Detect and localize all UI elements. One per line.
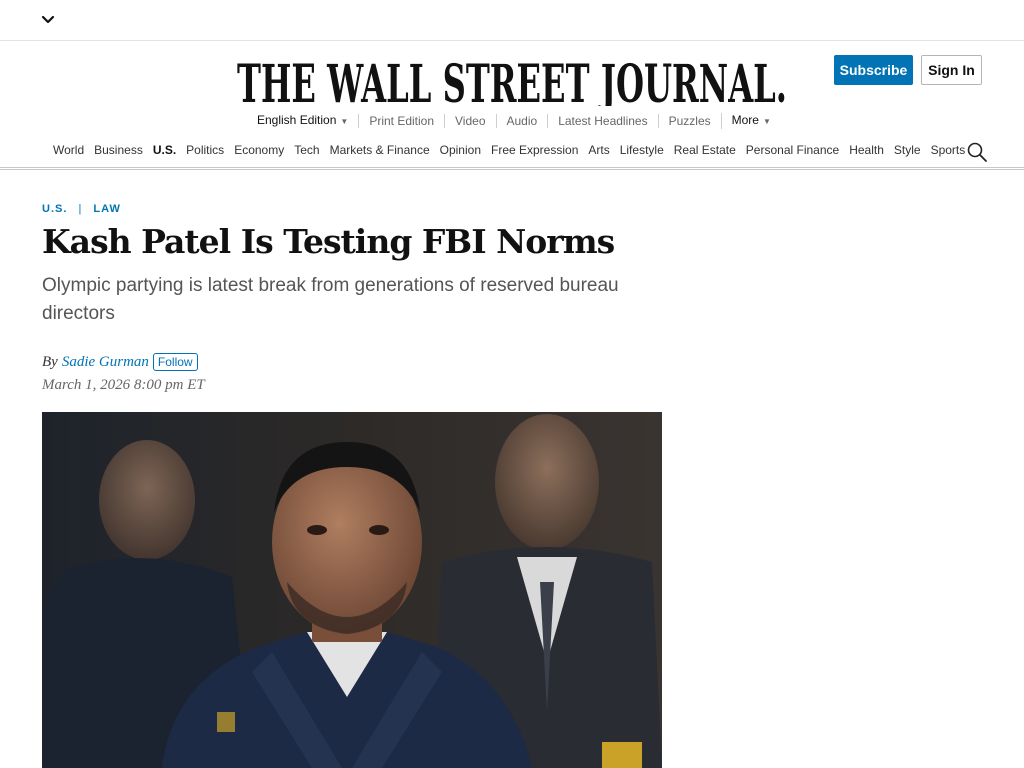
author-link[interactable]: Sadie Gurman bbox=[62, 354, 149, 371]
edition-selector[interactable]: English Edition ▼ bbox=[257, 113, 358, 129]
byline: By Sadie Gurman Follow bbox=[42, 353, 198, 371]
publish-date: March 1, 2026 8:00 pm ET bbox=[42, 377, 205, 393]
section-breadcrumb: U.S. | Law bbox=[42, 203, 121, 215]
subscribe-button[interactable]: Subscribe bbox=[834, 55, 913, 85]
hero-photo-illustration bbox=[42, 412, 662, 768]
nav-item-personal-finance[interactable]: Personal Finance bbox=[746, 143, 839, 157]
breadcrumb-section-us[interactable]: U.S. bbox=[42, 203, 67, 215]
subnav-item-video[interactable]: Video bbox=[444, 114, 495, 128]
masthead-logo[interactable]: THE WALL STREET JOURNAL. bbox=[236, 54, 788, 106]
nav-item-arts[interactable]: Arts bbox=[588, 143, 609, 157]
article-hero-image bbox=[42, 412, 662, 768]
nav-item-opinion[interactable]: Opinion bbox=[440, 143, 481, 157]
caret-down-icon: ▼ bbox=[762, 117, 771, 126]
svg-text:THE WALL STREET JOURNAL.: THE WALL STREET JOURNAL. bbox=[237, 54, 787, 106]
nav-item-markets-finance[interactable]: Markets & Finance bbox=[330, 143, 430, 157]
sign-in-button[interactable]: Sign In bbox=[921, 55, 982, 85]
chevron-down-icon[interactable] bbox=[40, 12, 56, 28]
caret-down-icon: ▼ bbox=[340, 117, 349, 126]
nav-item-world[interactable]: World bbox=[53, 143, 84, 157]
nav-item-sports[interactable]: Sports bbox=[931, 143, 966, 157]
subnav-item-puzzles[interactable]: Puzzles bbox=[657, 114, 721, 128]
sub-navigation: English Edition ▼ Print Edition Video Aud… bbox=[257, 113, 781, 129]
search-icon[interactable] bbox=[966, 141, 988, 163]
main-navigation: World Business U.S. Politics Economy Tec… bbox=[0, 140, 1024, 170]
follow-author-button[interactable]: Follow bbox=[152, 353, 198, 371]
nav-item-free-expression[interactable]: Free Expression bbox=[491, 143, 578, 157]
article-headline: Kash Patel Is Testing FBI Norms bbox=[42, 222, 615, 261]
byline-prefix: By bbox=[42, 353, 58, 370]
nav-item-style[interactable]: Style bbox=[894, 143, 921, 157]
nav-item-business[interactable]: Business bbox=[94, 143, 143, 157]
edition-label: English Edition bbox=[257, 113, 337, 127]
nav-item-politics[interactable]: Politics bbox=[186, 143, 224, 157]
nav-item-us[interactable]: U.S. bbox=[153, 143, 176, 157]
more-label: More bbox=[731, 113, 759, 127]
nav-item-lifestyle[interactable]: Lifestyle bbox=[620, 143, 664, 157]
nav-item-tech[interactable]: Tech bbox=[294, 143, 319, 157]
top-bar bbox=[0, 0, 1024, 41]
nav-item-real-estate[interactable]: Real Estate bbox=[674, 143, 736, 157]
nav-item-economy[interactable]: Economy bbox=[234, 143, 284, 157]
breadcrumb-subsection-law[interactable]: Law bbox=[93, 203, 120, 215]
article-dek: Olympic partying is latest break from ge… bbox=[42, 275, 619, 324]
subnav-more-menu[interactable]: More ▼ bbox=[720, 113, 781, 129]
subnav-item-audio[interactable]: Audio bbox=[495, 114, 548, 128]
nav-item-health[interactable]: Health bbox=[849, 143, 884, 157]
subnav-item-latest-headlines[interactable]: Latest Headlines bbox=[547, 114, 657, 128]
subnav-item-print-edition[interactable]: Print Edition bbox=[358, 114, 444, 128]
breadcrumb-separator: | bbox=[78, 203, 83, 215]
